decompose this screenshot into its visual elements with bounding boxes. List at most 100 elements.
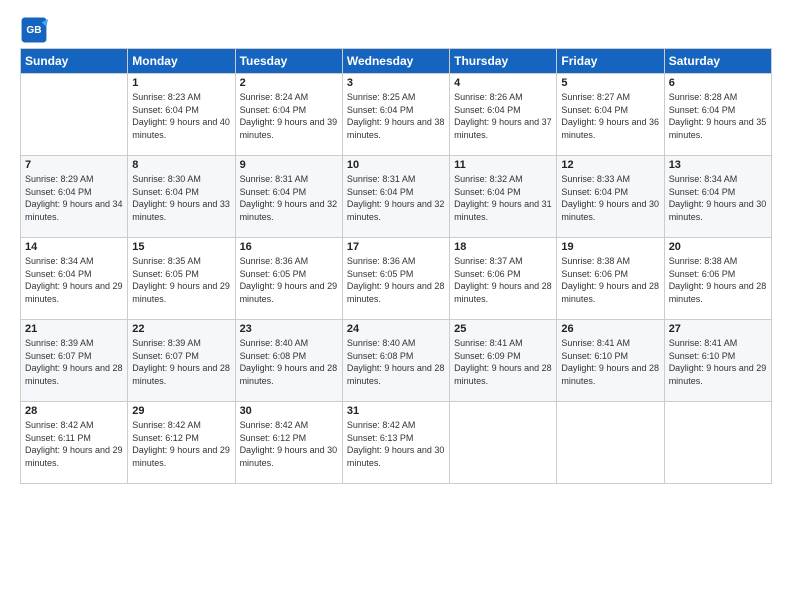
calendar-body: 1 Sunrise: 8:23 AM Sunset: 6:04 PM Dayli… — [21, 74, 772, 484]
sunrise: Sunrise: 8:31 AM — [240, 174, 309, 184]
daylight: Daylight: 9 hours and 30 minutes. — [669, 199, 767, 222]
day-number: 15 — [132, 241, 230, 253]
day-cell: 15 Sunrise: 8:35 AM Sunset: 6:05 PM Dayl… — [128, 238, 235, 320]
sunset: Sunset: 6:04 PM — [347, 187, 414, 197]
day-number: 26 — [561, 323, 659, 335]
day-number: 24 — [347, 323, 445, 335]
cell-info: Sunrise: 8:30 AM Sunset: 6:04 PM Dayligh… — [132, 173, 230, 223]
sunrise: Sunrise: 8:39 AM — [132, 338, 201, 348]
day-number: 28 — [25, 405, 123, 417]
day-number: 14 — [25, 241, 123, 253]
header-day-tuesday: Tuesday — [235, 49, 342, 74]
sunrise: Sunrise: 8:33 AM — [561, 174, 630, 184]
daylight: Daylight: 9 hours and 35 minutes. — [669, 117, 767, 140]
day-number: 31 — [347, 405, 445, 417]
sunrise: Sunrise: 8:35 AM — [132, 256, 201, 266]
daylight: Daylight: 9 hours and 28 minutes. — [561, 363, 659, 386]
day-cell — [21, 74, 128, 156]
day-number: 25 — [454, 323, 552, 335]
header-day-thursday: Thursday — [450, 49, 557, 74]
cell-info: Sunrise: 8:42 AM Sunset: 6:11 PM Dayligh… — [25, 419, 123, 469]
daylight: Daylight: 9 hours and 29 minutes. — [132, 281, 230, 304]
sunrise: Sunrise: 8:36 AM — [240, 256, 309, 266]
day-cell: 23 Sunrise: 8:40 AM Sunset: 6:08 PM Dayl… — [235, 320, 342, 402]
day-cell: 13 Sunrise: 8:34 AM Sunset: 6:04 PM Dayl… — [664, 156, 771, 238]
sunrise: Sunrise: 8:42 AM — [25, 420, 94, 430]
sunrise: Sunrise: 8:38 AM — [561, 256, 630, 266]
sunset: Sunset: 6:04 PM — [454, 187, 521, 197]
day-cell: 8 Sunrise: 8:30 AM Sunset: 6:04 PM Dayli… — [128, 156, 235, 238]
day-number: 30 — [240, 405, 338, 417]
cell-info: Sunrise: 8:39 AM Sunset: 6:07 PM Dayligh… — [132, 337, 230, 387]
daylight: Daylight: 9 hours and 30 minutes. — [347, 445, 445, 468]
daylight: Daylight: 9 hours and 32 minutes. — [347, 199, 445, 222]
sunset: Sunset: 6:04 PM — [240, 187, 307, 197]
calendar-container: GB SundayMondayTuesdayWednesdayThursdayF… — [0, 0, 792, 494]
cell-info: Sunrise: 8:41 AM Sunset: 6:10 PM Dayligh… — [669, 337, 767, 387]
cell-info: Sunrise: 8:41 AM Sunset: 6:10 PM Dayligh… — [561, 337, 659, 387]
daylight: Daylight: 9 hours and 28 minutes. — [561, 281, 659, 304]
sunset: Sunset: 6:04 PM — [240, 105, 307, 115]
sunrise: Sunrise: 8:34 AM — [669, 174, 738, 184]
header-day-saturday: Saturday — [664, 49, 771, 74]
day-cell — [450, 402, 557, 484]
daylight: Daylight: 9 hours and 29 minutes. — [25, 445, 123, 468]
sunrise: Sunrise: 8:36 AM — [347, 256, 416, 266]
daylight: Daylight: 9 hours and 29 minutes. — [240, 281, 338, 304]
sunrise: Sunrise: 8:42 AM — [240, 420, 309, 430]
cell-info: Sunrise: 8:42 AM Sunset: 6:13 PM Dayligh… — [347, 419, 445, 469]
cell-info: Sunrise: 8:34 AM Sunset: 6:04 PM Dayligh… — [25, 255, 123, 305]
sunrise: Sunrise: 8:26 AM — [454, 92, 523, 102]
daylight: Daylight: 9 hours and 37 minutes. — [454, 117, 552, 140]
week-row-4: 21 Sunrise: 8:39 AM Sunset: 6:07 PM Dayl… — [21, 320, 772, 402]
day-cell: 25 Sunrise: 8:41 AM Sunset: 6:09 PM Dayl… — [450, 320, 557, 402]
sunset: Sunset: 6:06 PM — [454, 269, 521, 279]
day-number: 22 — [132, 323, 230, 335]
day-number: 27 — [669, 323, 767, 335]
daylight: Daylight: 9 hours and 30 minutes. — [561, 199, 659, 222]
sunrise: Sunrise: 8:39 AM — [25, 338, 94, 348]
daylight: Daylight: 9 hours and 33 minutes. — [132, 199, 230, 222]
sunrise: Sunrise: 8:32 AM — [454, 174, 523, 184]
cell-info: Sunrise: 8:24 AM Sunset: 6:04 PM Dayligh… — [240, 91, 338, 141]
header: GB — [20, 16, 772, 44]
sunset: Sunset: 6:09 PM — [454, 351, 521, 361]
sunset: Sunset: 6:10 PM — [669, 351, 736, 361]
sunset: Sunset: 6:11 PM — [25, 433, 91, 443]
day-cell: 17 Sunrise: 8:36 AM Sunset: 6:05 PM Dayl… — [342, 238, 449, 320]
sunset: Sunset: 6:04 PM — [25, 187, 92, 197]
day-cell: 1 Sunrise: 8:23 AM Sunset: 6:04 PM Dayli… — [128, 74, 235, 156]
svg-text:GB: GB — [26, 25, 41, 36]
header-row: SundayMondayTuesdayWednesdayThursdayFrid… — [21, 49, 772, 74]
header-day-monday: Monday — [128, 49, 235, 74]
sunset: Sunset: 6:08 PM — [347, 351, 414, 361]
sunrise: Sunrise: 8:23 AM — [132, 92, 201, 102]
day-number: 3 — [347, 77, 445, 89]
cell-info: Sunrise: 8:42 AM Sunset: 6:12 PM Dayligh… — [132, 419, 230, 469]
sunset: Sunset: 6:07 PM — [132, 351, 199, 361]
day-number: 23 — [240, 323, 338, 335]
day-number: 10 — [347, 159, 445, 171]
day-cell: 27 Sunrise: 8:41 AM Sunset: 6:10 PM Dayl… — [664, 320, 771, 402]
sunset: Sunset: 6:04 PM — [669, 187, 736, 197]
day-cell: 26 Sunrise: 8:41 AM Sunset: 6:10 PM Dayl… — [557, 320, 664, 402]
calendar-table: SundayMondayTuesdayWednesdayThursdayFrid… — [20, 48, 772, 484]
daylight: Daylight: 9 hours and 40 minutes. — [132, 117, 230, 140]
sunset: Sunset: 6:10 PM — [561, 351, 628, 361]
sunset: Sunset: 6:04 PM — [347, 105, 414, 115]
sunrise: Sunrise: 8:40 AM — [240, 338, 309, 348]
daylight: Daylight: 9 hours and 30 minutes. — [240, 445, 338, 468]
cell-info: Sunrise: 8:33 AM Sunset: 6:04 PM Dayligh… — [561, 173, 659, 223]
sunrise: Sunrise: 8:37 AM — [454, 256, 523, 266]
cell-info: Sunrise: 8:23 AM Sunset: 6:04 PM Dayligh… — [132, 91, 230, 141]
day-number: 21 — [25, 323, 123, 335]
day-number: 20 — [669, 241, 767, 253]
day-cell: 21 Sunrise: 8:39 AM Sunset: 6:07 PM Dayl… — [21, 320, 128, 402]
sunrise: Sunrise: 8:42 AM — [132, 420, 201, 430]
cell-info: Sunrise: 8:25 AM Sunset: 6:04 PM Dayligh… — [347, 91, 445, 141]
daylight: Daylight: 9 hours and 29 minutes. — [669, 363, 767, 386]
daylight: Daylight: 9 hours and 38 minutes. — [347, 117, 445, 140]
daylight: Daylight: 9 hours and 28 minutes. — [347, 281, 445, 304]
day-cell: 19 Sunrise: 8:38 AM Sunset: 6:06 PM Dayl… — [557, 238, 664, 320]
sunrise: Sunrise: 8:41 AM — [561, 338, 630, 348]
